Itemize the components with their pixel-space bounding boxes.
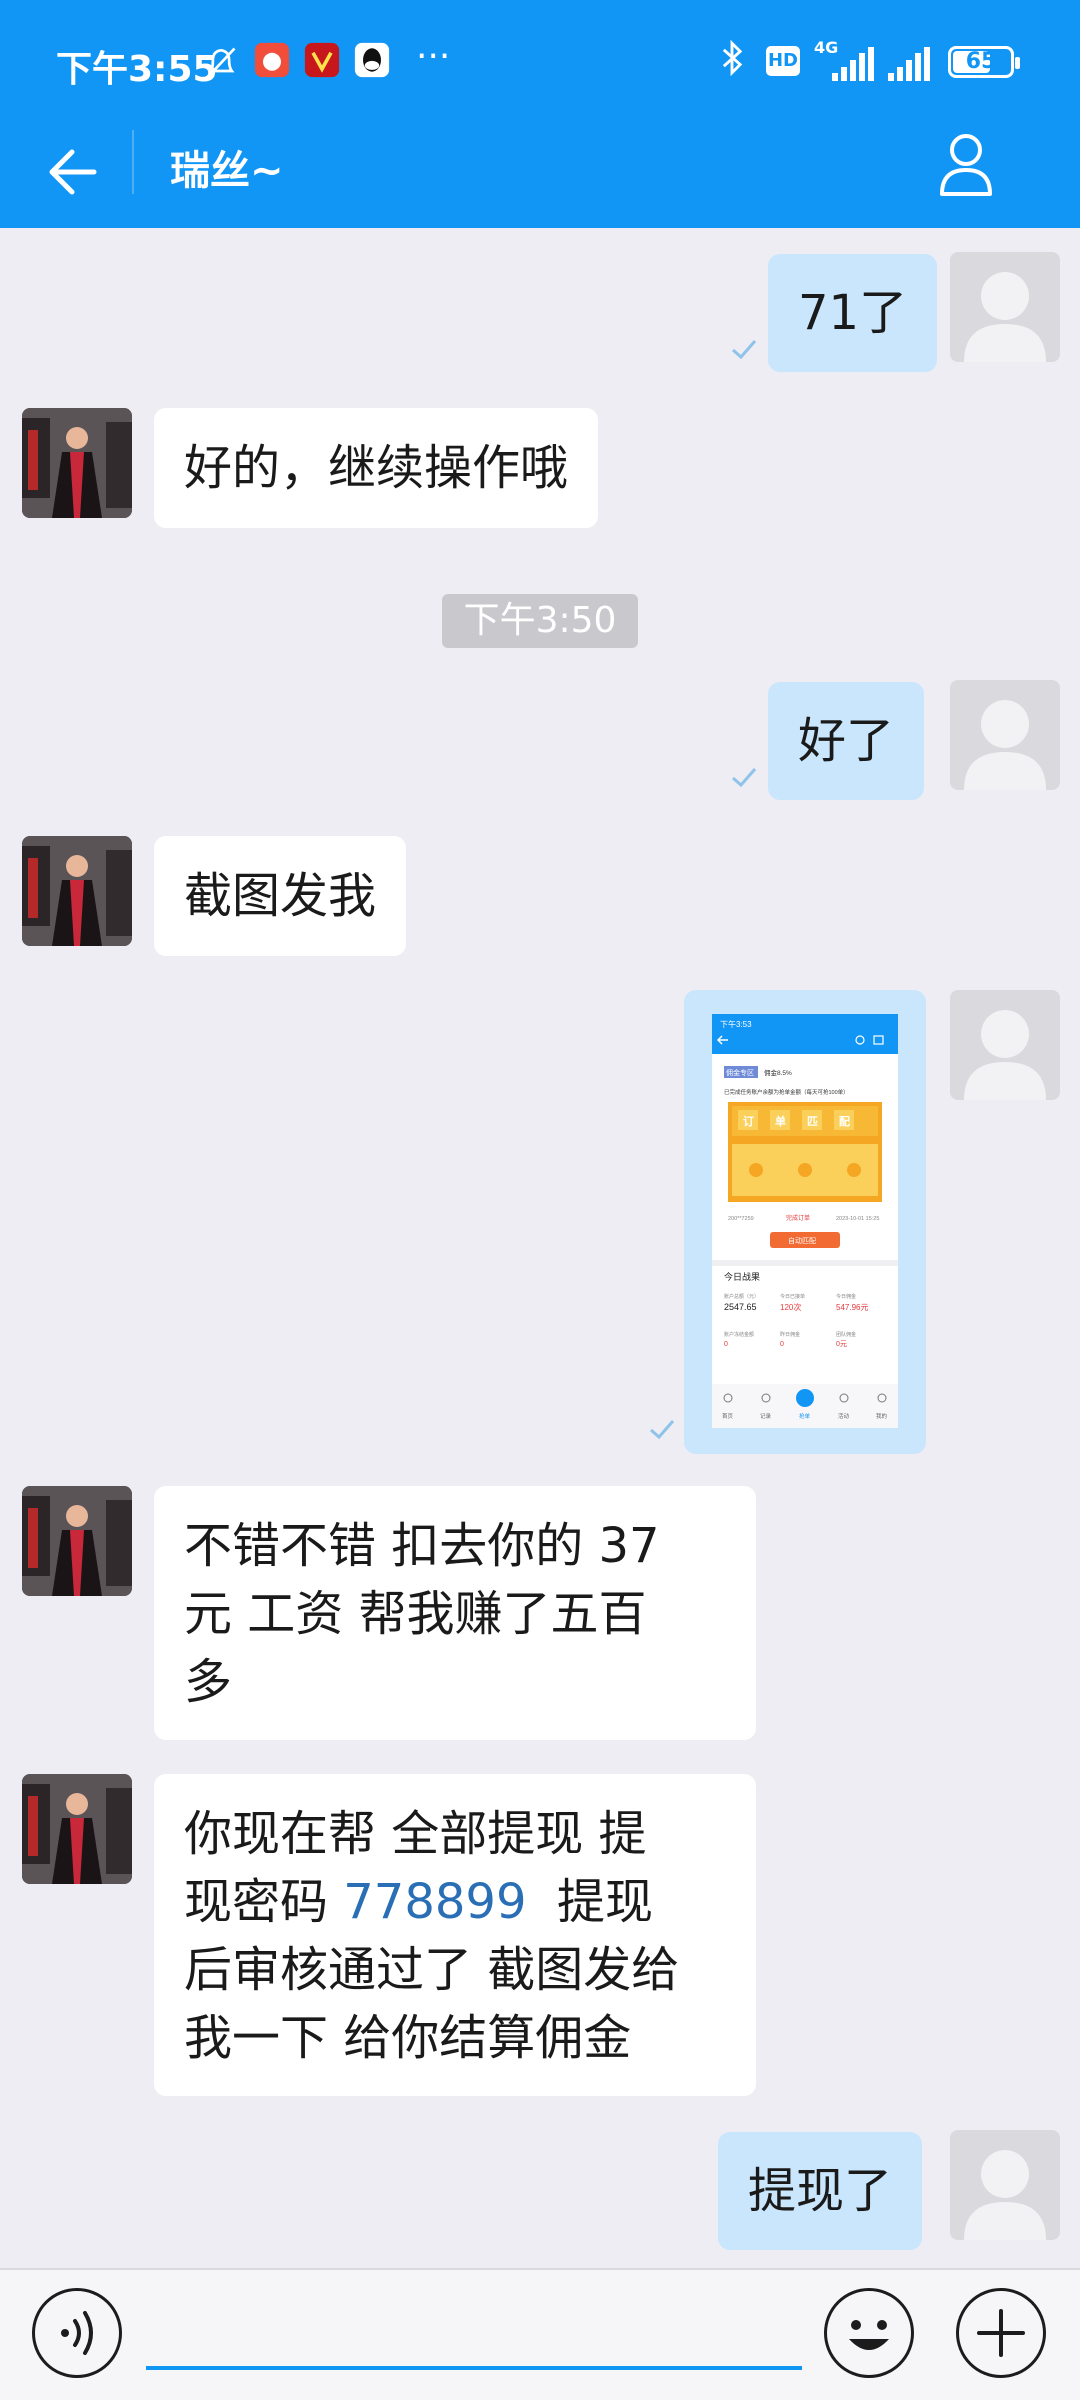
thumb-tag: 佣金专区 [726,1068,754,1077]
read-check-icon [732,340,757,360]
signal-icon-2 [888,47,930,81]
thumb-stat-value-1: 2547.65 [724,1302,757,1312]
plus-icon[interactable] [956,2288,1046,2378]
bluetooth-icon [722,40,743,76]
password-link[interactable]: 778899 [343,1874,526,1930]
thumb-tab-2: 记录 [760,1412,772,1420]
thumb-tab-4: 活动 [838,1412,850,1420]
thumb-match-4: 配 [839,1114,850,1128]
message-line: 我一下 给你结算佣金 [184,2010,632,2066]
thumb-tab-right: 2023-10-01 15:25 [836,1216,879,1222]
message-bubble-received[interactable]: 好的，继续操作哦 [154,408,599,528]
message-bubble-sent[interactable]: 好了 [768,682,925,800]
chat-title[interactable]: 瑞丝~ [170,138,284,196]
thumb-stat-value-4: 0 [724,1341,728,1348]
thumb-stat-value-6: 0元 [836,1340,847,1348]
thumb-match-1: 订 [743,1114,754,1128]
my-avatar[interactable] [950,252,1060,362]
person-icon[interactable] [934,130,998,198]
message-bubble-sent[interactable]: 71了 [768,254,938,372]
timestamp-chip: 下午3:50 [442,594,638,648]
message-line: 多 [184,1654,233,1710]
message-bubble-sent[interactable]: 提现了 [718,2132,923,2250]
screenshot-thumbnail: 下午3:53 佣金专区 佣金8.5% 已完成任务账户余额为抢单金额（每天可抢10… [712,1014,898,1428]
chat-header: 瑞丝~ [0,124,1080,228]
thumb-stat-label-3: 今日佣金 [836,1293,856,1300]
thumb-tab-1: 首页 [722,1412,734,1420]
thumb-notice: 已完成任务账户余额为抢单金额（每天可抢100单） [724,1088,849,1096]
contact-avatar[interactable] [22,836,132,946]
battery-icon: 65 [948,46,1020,78]
status-bar: 下午3:55 ··· HD 4G 65 [0,0,1080,124]
mute-bell-icon [207,47,236,78]
contact-avatar[interactable] [22,1486,132,1596]
voice-icon[interactable] [32,2288,122,2378]
thumb-stat-label-5: 昨日佣金 [780,1331,800,1338]
message-text: 提现 [526,1874,654,1930]
hd-badge: HD [766,46,800,76]
app-notification-icon-2 [304,42,340,78]
message-line: 后审核通过了 截图发给 [184,1942,680,1998]
message-bubble-received[interactable]: 截图发我 [154,836,407,956]
thumb-stat-value-3: 547.96元 [836,1303,868,1312]
my-avatar[interactable] [950,990,1060,1100]
message-input[interactable] [146,2284,802,2370]
thumb-stat-label-6: 团队佣金 [836,1331,856,1338]
input-bar [0,2268,1080,2400]
thumb-stat-label-4: 账户冻结金额 [724,1331,754,1338]
more-notifications: ··· [416,36,451,77]
message-line: 元 工资 帮我赚了五百 [184,1586,647,1642]
thumb-stat-value-2: 120次 [780,1302,801,1312]
message-line: 你现在帮 全部提现 提 [184,1806,647,1862]
message-list[interactable]: 71了 好的，继续操作哦 下午3:50 好了 截图发我 下午3:53 佣金专区 … [0,228,1080,2268]
thumb-tab-3: 抢单 [799,1412,811,1420]
thumb-stat-label-1: 账户总额（元） [724,1293,759,1300]
status-time: 下午3:55 [56,49,218,90]
message-bubble-received[interactable]: 你现在帮 全部提现 提 现密码 778899 提现 后审核通过了 截图发给 我一… [154,1774,756,2096]
arrow-left-icon[interactable] [38,140,102,204]
thumb-rate: 佣金8.5% [764,1068,792,1077]
read-check-icon [732,768,757,788]
thumb-match-button: 自动匹配 [788,1236,816,1245]
thumb-section: 今日战果 [724,1271,760,1282]
thumb-tab-left: 200**7259 [728,1216,754,1222]
top-bar: 下午3:55 ··· HD 4G 65 瑞丝~ [0,0,1080,228]
thumb-match-2: 单 [775,1114,786,1128]
message-line: 不错不错 扣去你的 37 [184,1518,660,1574]
header-divider [132,130,134,194]
thumb-tab-5: 我的 [876,1412,888,1420]
my-avatar[interactable] [950,680,1060,790]
thumb-tab-mid: 完成订单 [786,1214,810,1222]
battery-level: 65 [965,49,997,74]
thumb-match-3: 匹 [807,1115,818,1128]
read-check-icon [650,1420,675,1440]
image-message[interactable]: 下午3:53 佣金专区 佣金8.5% 已完成任务账户余额为抢单金额（每天可抢10… [684,990,926,1454]
app-notification-icon [254,42,290,78]
smile-icon[interactable] [824,2288,914,2378]
message-bubble-received[interactable]: 不错不错 扣去你的 37 元 工资 帮我赚了五百 多 [154,1486,756,1740]
message-line: 现密码 778899 提现 [184,1868,726,1936]
my-avatar[interactable] [950,2130,1060,2240]
signal-icon [832,47,874,81]
contact-avatar[interactable] [22,1774,132,1884]
contact-avatar[interactable] [22,408,132,518]
thumb-time: 下午3:53 [720,1019,752,1029]
thumb-stat-label-2: 今日已接单 [780,1293,805,1300]
message-text: 现密码 [184,1874,344,1930]
qq-icon [354,42,390,78]
thumb-stat-value-5: 0 [780,1341,784,1348]
